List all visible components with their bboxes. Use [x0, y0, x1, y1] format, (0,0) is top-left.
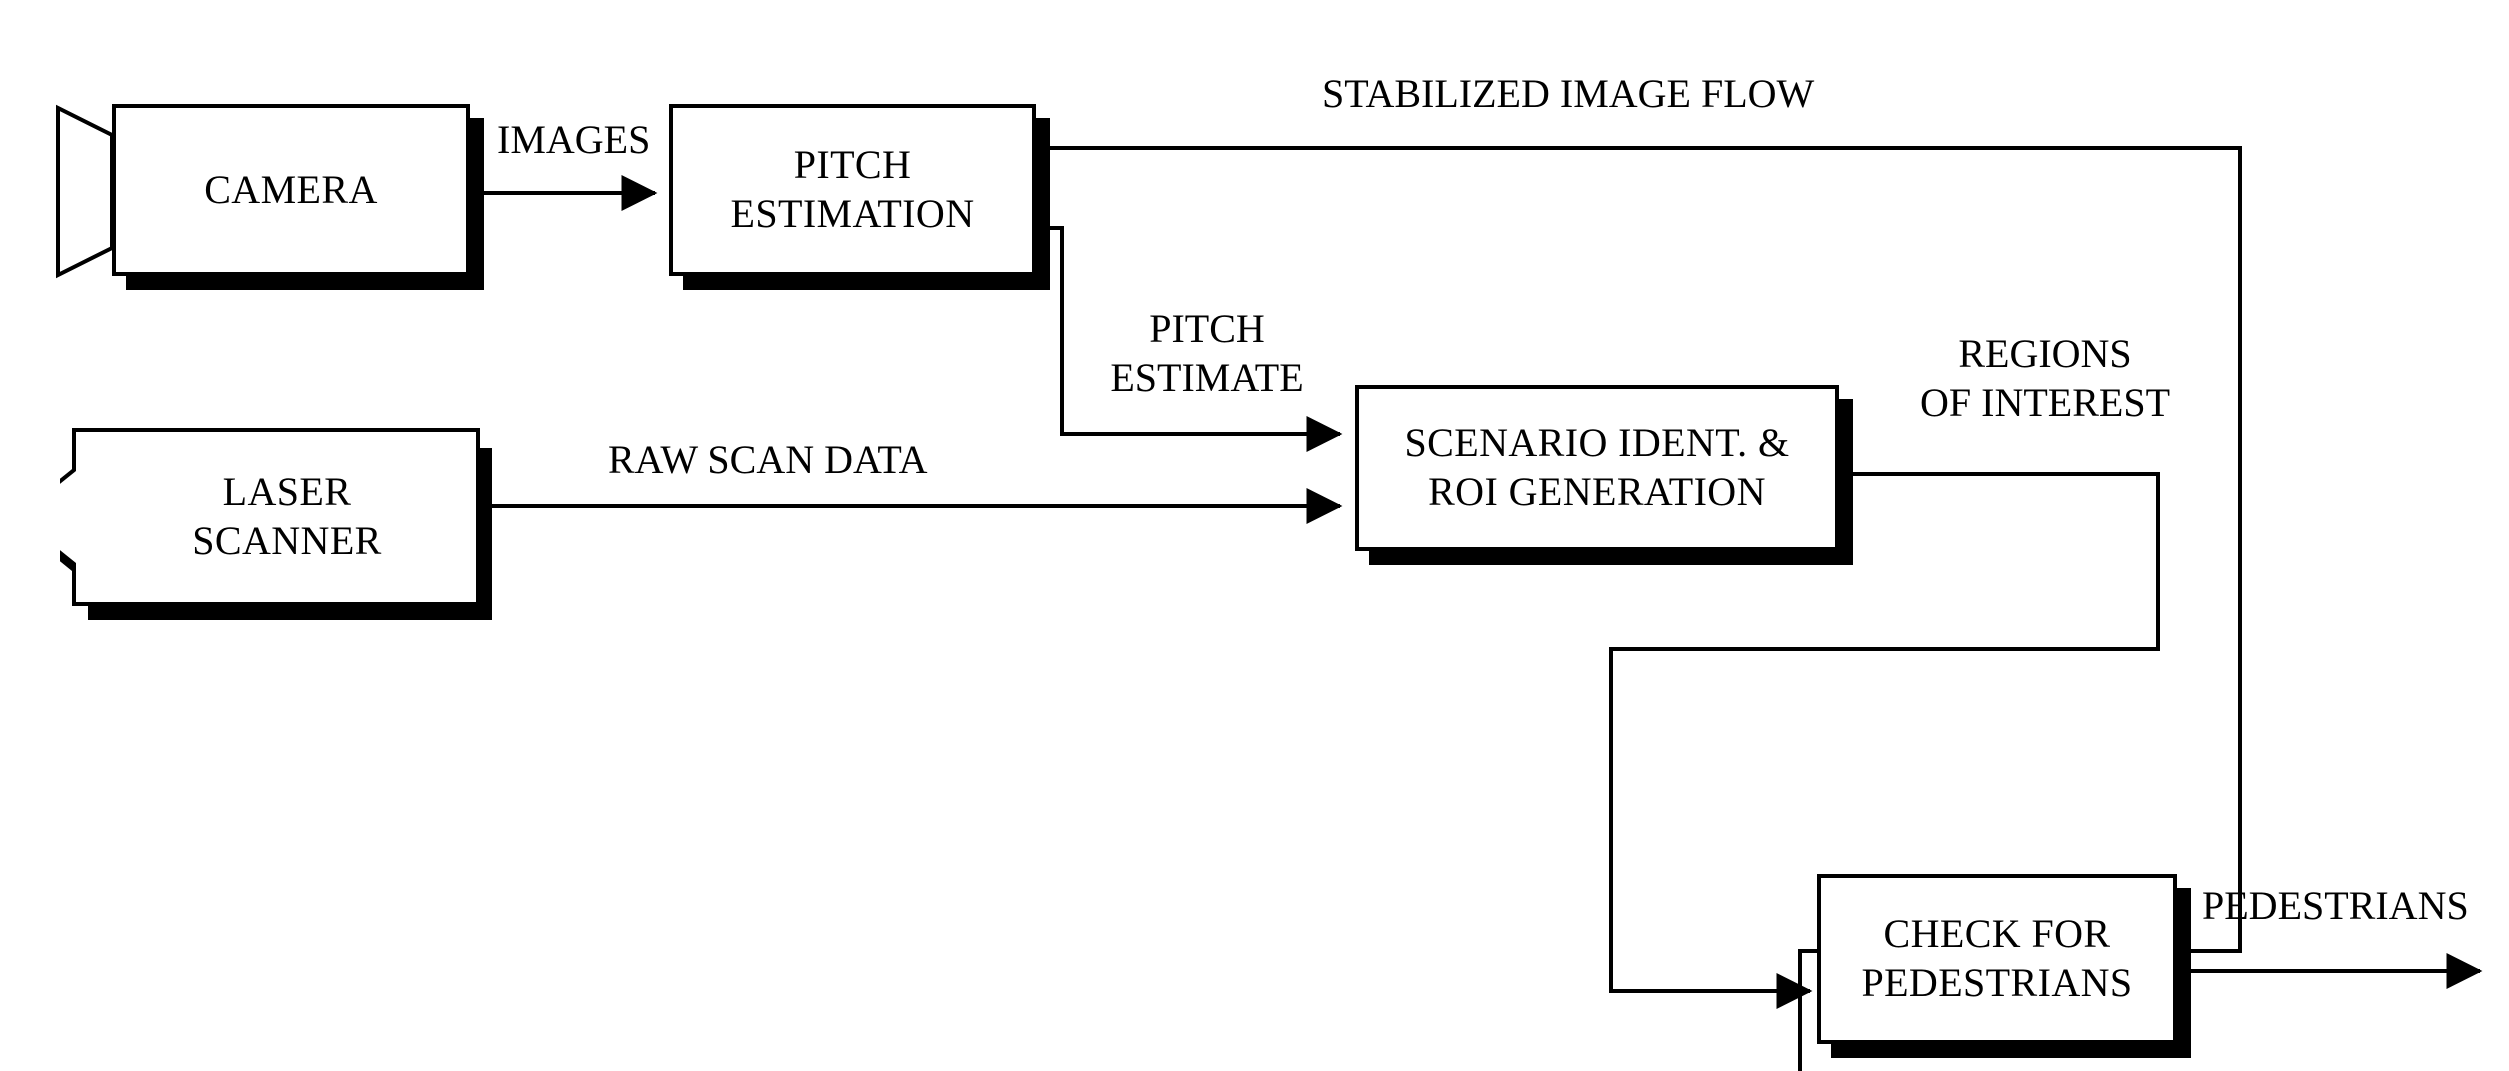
edge-label-pitch-estimate-line1: PITCH	[1149, 306, 1265, 351]
edge-label-raw-scan-data: RAW SCAN DATA	[608, 437, 928, 482]
block-label-scenario-line2: ROI GENERATION	[1428, 469, 1766, 514]
edge-label-regions-line1: REGIONS	[1958, 331, 2132, 376]
block-face: PITCH ESTIMATION	[669, 104, 1036, 276]
block-label-scenario-line1: SCENARIO IDENT. &	[1404, 420, 1790, 466]
block-face: CHECK FOR PEDESTRIANS	[1817, 874, 2177, 1044]
edge-label-images: IMAGES	[497, 117, 651, 162]
diagram-canvas: CAMERA PITCH ESTIMATION LASER SCANNER SC…	[0, 0, 2509, 1071]
edge-label-pedestrians: PEDESTRIANS	[2202, 883, 2469, 928]
block-label-laser-line1: LASER	[222, 469, 352, 515]
block-camera[interactable]: CAMERA	[112, 104, 484, 290]
block-label-pitch-line2: ESTIMATION	[730, 191, 975, 236]
block-scenario-identification[interactable]: SCENARIO IDENT. & ROI GENERATION	[1355, 385, 1853, 565]
block-label-laser-line2: SCANNER	[192, 518, 382, 563]
block-face: LASER SCANNER	[96, 428, 478, 606]
block-label-pitch-line1: PITCH	[793, 142, 912, 188]
camera-lens-icon	[56, 104, 114, 279]
edge-label-pitch-estimate: PITCH ESTIMATE	[1082, 305, 1332, 403]
edge-label-stabilized-image-flow: STABILIZED IMAGE FLOW	[1322, 71, 1815, 116]
block-face: CAMERA	[112, 104, 470, 276]
block-pitch-estimation[interactable]: PITCH ESTIMATION	[669, 104, 1050, 290]
block-label-check-line2: PEDESTRIANS	[1861, 960, 2133, 1005]
edge-label-regions-line2: OF INTEREST	[1920, 379, 2170, 425]
block-laser-scanner[interactable]: LASER SCANNER	[60, 428, 492, 620]
block-label-check-line1: CHECK FOR	[1883, 911, 2111, 957]
edge-label-pitch-estimate-line2: ESTIMATE	[1110, 354, 1304, 400]
block-face: SCENARIO IDENT. & ROI GENERATION	[1355, 385, 1839, 551]
edge-label-regions-of-interest: REGIONS OF INTEREST	[1900, 330, 2190, 428]
block-check-for-pedestrians[interactable]: CHECK FOR PEDESTRIANS	[1817, 874, 2191, 1058]
block-label-camera: CAMERA	[204, 166, 378, 212]
